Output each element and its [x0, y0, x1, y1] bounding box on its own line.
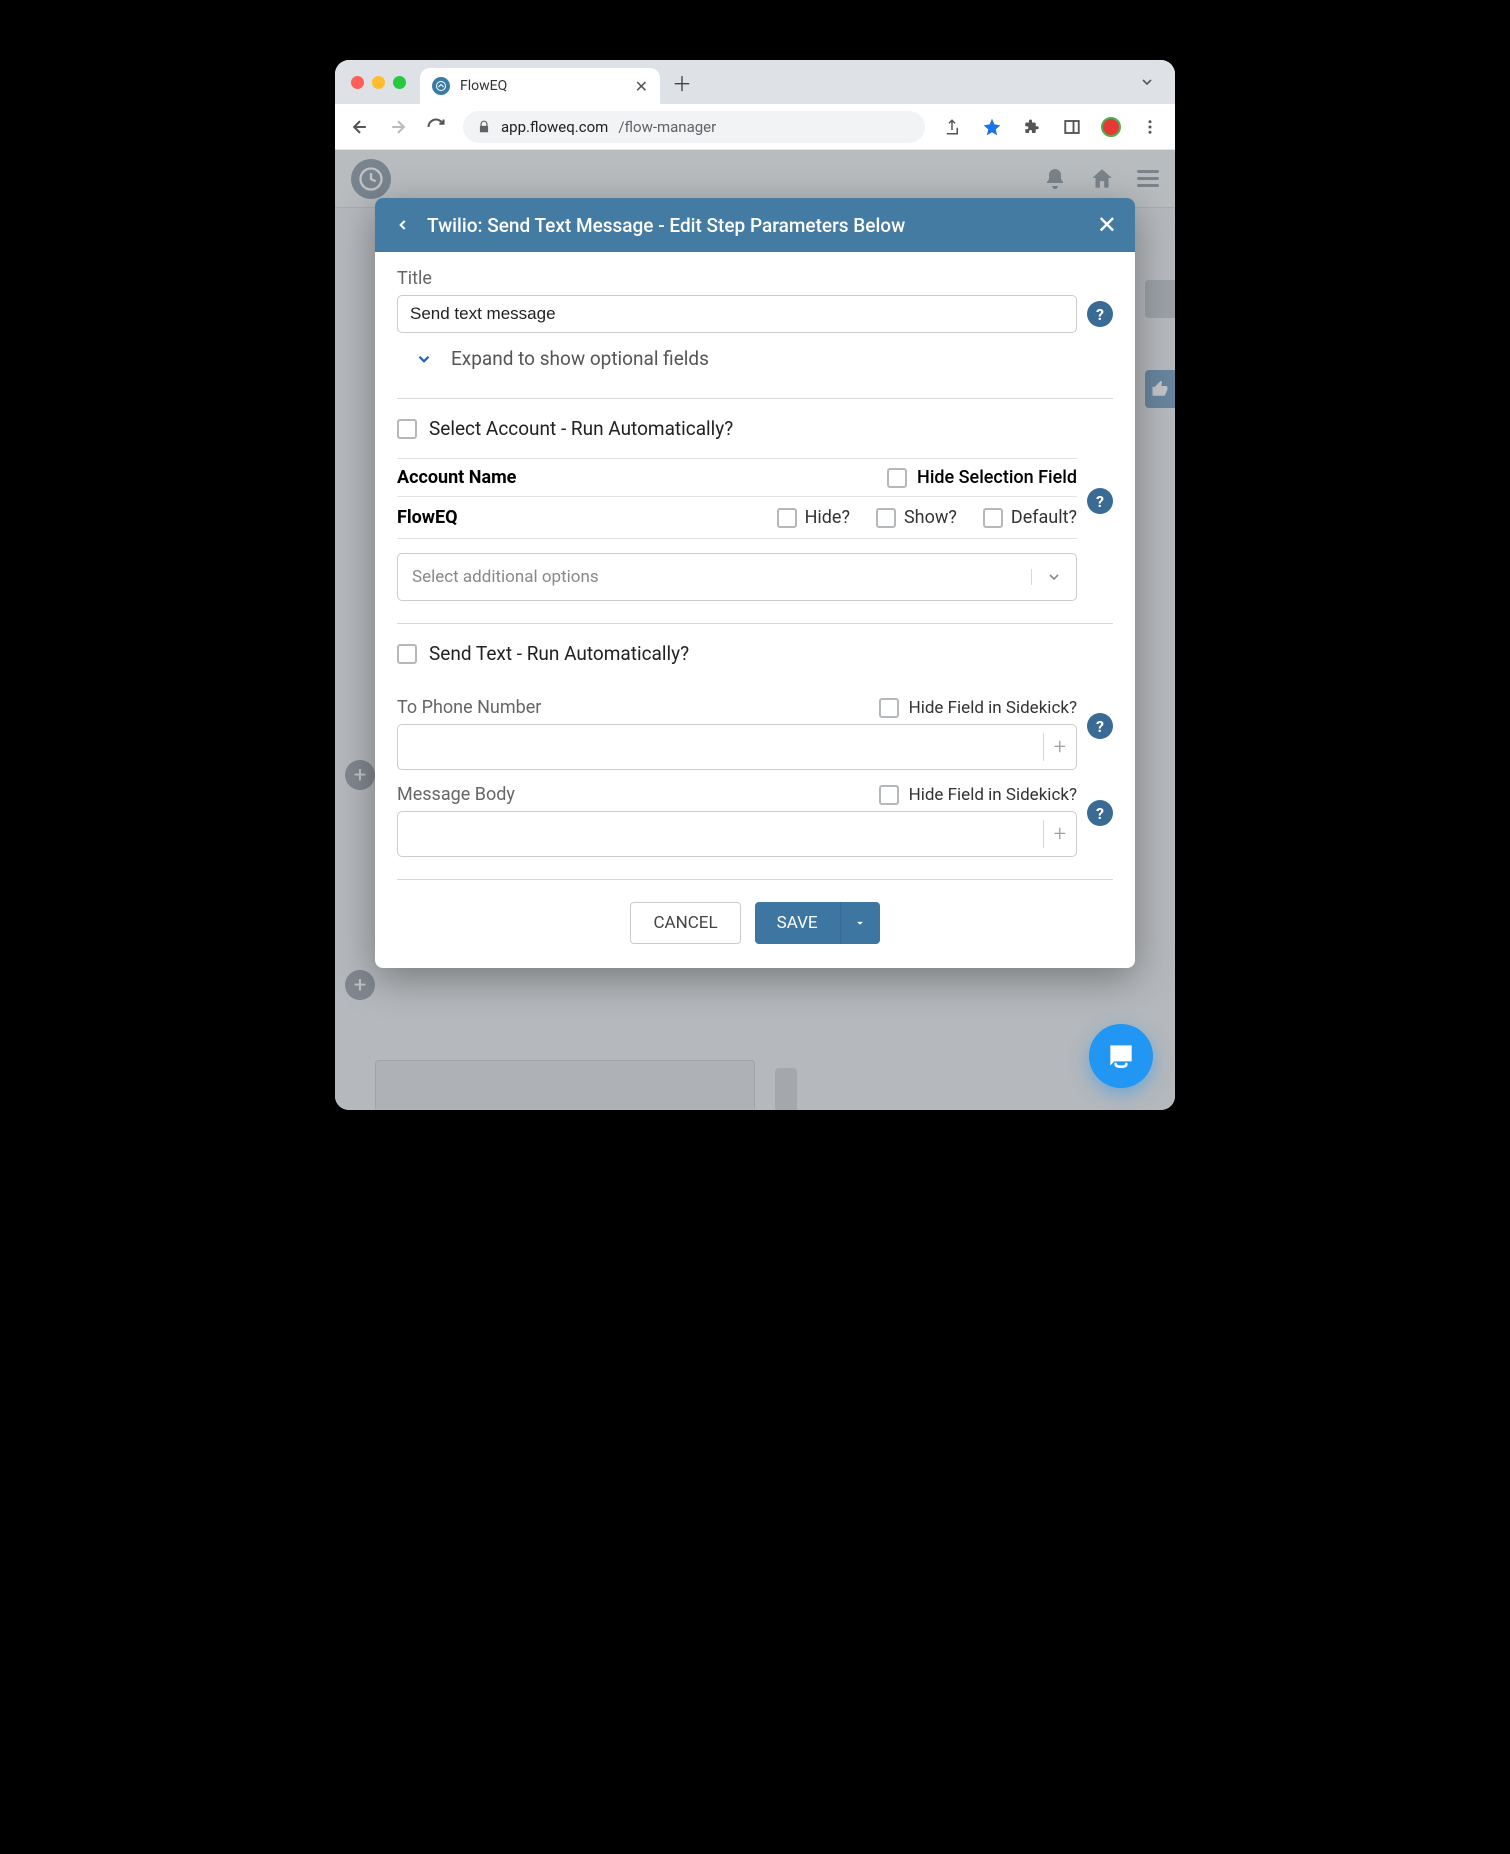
modal-footer: CANCEL SAVE — [397, 894, 1113, 946]
browser-toolbar: app.floweq.com/flow-manager — [335, 104, 1175, 150]
select-account-run-auto-label: Select Account - Run Automatically? — [429, 417, 733, 440]
account-value: FlowEQ — [397, 507, 777, 528]
divider — [397, 623, 1113, 624]
tab-favicon — [432, 77, 450, 95]
bookmark-star-icon[interactable] — [981, 116, 1003, 138]
hide-selection-label: Hide Selection Field — [917, 467, 1077, 488]
save-dropdown-button[interactable] — [840, 902, 880, 944]
show-label: Show? — [904, 507, 957, 528]
tab-close-icon[interactable]: ✕ — [635, 77, 648, 96]
profile-avatar[interactable] — [1101, 117, 1121, 137]
body-hide-label: Hide Field in Sidekick? — [909, 785, 1077, 805]
hide-label: Hide? — [805, 507, 850, 528]
tab-strip: FlowEQ ✕ ＋ — [335, 60, 1175, 104]
phone-field-block: To Phone Number Hide Field in Sidekick? … — [397, 697, 1077, 770]
address-bar[interactable]: app.floweq.com/flow-manager — [463, 111, 925, 143]
window-controls — [345, 76, 420, 89]
show-checkbox[interactable] — [876, 508, 896, 528]
send-text-run-auto-label: Send Text - Run Automatically? — [429, 642, 689, 665]
select-account-run-auto-row: Select Account - Run Automatically? — [397, 417, 1113, 440]
toolbar-actions — [941, 116, 1161, 138]
title-label: Title — [397, 268, 1113, 289]
account-table: Account Name Hide Selection Field FlowEQ… — [397, 458, 1077, 601]
extensions-icon[interactable] — [1021, 116, 1043, 138]
default-label: Default? — [1011, 507, 1077, 528]
browser-window: FlowEQ ✕ ＋ app.floweq.com/flow-manager — [335, 60, 1175, 1110]
expand-label: Expand to show optional fields — [451, 347, 709, 370]
account-row: FlowEQ Hide? Show? Default? — [397, 497, 1077, 539]
title-input[interactable] — [397, 295, 1077, 333]
chevron-down-icon — [1031, 569, 1062, 585]
back-button[interactable] — [349, 116, 371, 138]
panel-icon[interactable] — [1061, 116, 1083, 138]
hide-checkbox[interactable] — [777, 508, 797, 528]
reload-button[interactable] — [425, 116, 447, 138]
modal-body: Title ? Expand to show optional fields S… — [375, 252, 1135, 968]
forward-button[interactable] — [387, 116, 409, 138]
send-text-run-auto-row: Send Text - Run Automatically? — [397, 642, 1113, 665]
help-icon[interactable]: ? — [1087, 488, 1113, 514]
edit-step-modal: Twilio: Send Text Message - Edit Step Pa… — [375, 198, 1135, 968]
modal-title: Twilio: Send Text Message - Edit Step Pa… — [427, 214, 905, 237]
body-field-block: Message Body Hide Field in Sidekick? + — [397, 784, 1077, 857]
select-account-run-auto-checkbox[interactable] — [397, 419, 417, 439]
help-icon[interactable]: ? — [1087, 800, 1113, 826]
phone-hide-checkbox[interactable] — [879, 698, 899, 718]
chevron-down-icon — [415, 350, 433, 368]
share-icon[interactable] — [941, 116, 963, 138]
divider — [397, 398, 1113, 399]
lock-icon — [477, 120, 491, 134]
account-table-header: Account Name Hide Selection Field — [397, 459, 1077, 497]
body-hide-checkbox[interactable] — [879, 785, 899, 805]
divider — [397, 879, 1113, 880]
close-window-icon[interactable] — [351, 76, 364, 89]
modal-header: Twilio: Send Text Message - Edit Step Pa… — [375, 198, 1135, 252]
hide-selection-checkbox[interactable] — [887, 468, 907, 488]
url-path: /flow-manager — [618, 118, 716, 136]
phone-label: To Phone Number — [397, 697, 541, 718]
minimize-window-icon[interactable] — [372, 76, 385, 89]
menu-icon[interactable] — [1139, 116, 1161, 138]
help-icon[interactable]: ? — [1087, 301, 1113, 327]
additional-options-select[interactable]: Select additional options — [397, 553, 1077, 601]
modal-close-icon[interactable]: ✕ — [1097, 211, 1117, 239]
plus-icon[interactable]: + — [1054, 822, 1066, 847]
tab-title: FlowEQ — [460, 78, 507, 94]
expand-optional-toggle[interactable]: Expand to show optional fields — [397, 333, 1113, 376]
select-placeholder: Select additional options — [412, 567, 599, 587]
default-checkbox[interactable] — [983, 508, 1003, 528]
tabs-dropdown-icon[interactable] — [1139, 74, 1165, 90]
cancel-button[interactable]: CANCEL — [630, 902, 740, 944]
chat-fab[interactable] — [1089, 1024, 1153, 1088]
maximize-window-icon[interactable] — [393, 76, 406, 89]
phone-input[interactable]: + — [397, 724, 1077, 770]
body-label: Message Body — [397, 784, 515, 805]
plus-icon[interactable]: + — [1054, 735, 1066, 760]
account-name-header: Account Name — [397, 467, 887, 488]
body-input[interactable]: + — [397, 811, 1077, 857]
save-button[interactable]: SAVE — [755, 902, 840, 944]
help-icon[interactable]: ? — [1087, 713, 1113, 739]
app-viewport: + + Twilio: Send Text Message - Edit Ste… — [335, 150, 1175, 1110]
modal-back-icon[interactable] — [393, 216, 413, 234]
url-host: app.floweq.com — [501, 118, 608, 136]
new-tab-button[interactable]: ＋ — [668, 68, 696, 96]
browser-tab[interactable]: FlowEQ ✕ — [420, 68, 660, 104]
send-text-run-auto-checkbox[interactable] — [397, 644, 417, 664]
phone-hide-label: Hide Field in Sidekick? — [909, 698, 1077, 718]
